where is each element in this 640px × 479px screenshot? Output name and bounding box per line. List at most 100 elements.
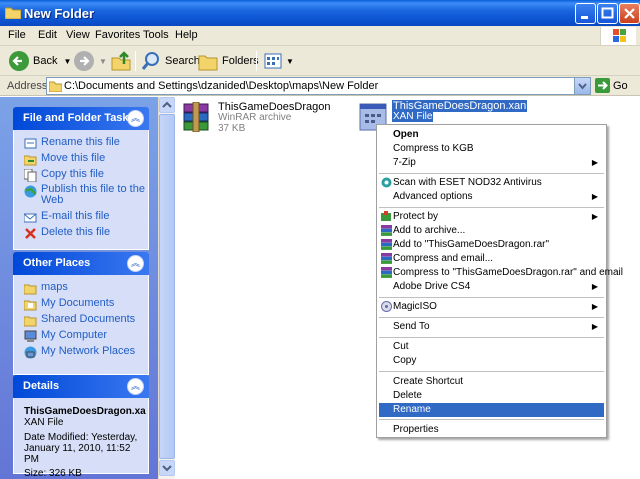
- scroll-up-button[interactable]: [159, 97, 175, 113]
- menu-item-eset-scan[interactable]: Scan with ESET NOD32 Antivirus: [379, 176, 604, 190]
- file-type: XAN File: [392, 111, 434, 122]
- up-folder-icon: [111, 51, 131, 71]
- menu-item-delete[interactable]: Delete: [379, 389, 604, 403]
- maximize-icon: [601, 7, 614, 19]
- menu-item-protect-by[interactable]: Protect by ▶: [379, 210, 604, 224]
- menu-item-compress-rar-email[interactable]: Compress to "ThisGameDoesDragon.rar" and…: [379, 266, 623, 280]
- menu-item-send-to[interactable]: Send To ▶: [379, 320, 604, 334]
- details-filename: ThisGameDoesDragon.xa: [24, 406, 146, 417]
- folders-button[interactable]: Folders: [197, 50, 259, 72]
- go-button[interactable]: Go: [595, 78, 628, 93]
- other-places-panel: Other Places ︽ maps My Documents Shared …: [13, 252, 149, 375]
- details-size: Size: 326 KB: [24, 468, 82, 479]
- menu-item-create-shortcut[interactable]: Create Shortcut: [379, 375, 604, 389]
- details-modified: Date Modified: Yesterday, January 11, 20…: [24, 432, 138, 465]
- menu-item-advanced-options[interactable]: Advanced options ▶: [379, 190, 604, 204]
- collapse-chevron-icon[interactable]: ︽: [127, 110, 144, 127]
- address-path: C:\Documents and Settings\dzanided\Deskt…: [64, 80, 379, 92]
- task-pane-scrollbar[interactable]: [158, 97, 175, 479]
- minimize-button[interactable]: [575, 3, 596, 24]
- task-pane: File and Folder Tasks ︽ Rename this file…: [0, 97, 158, 479]
- menu-file[interactable]: File: [8, 29, 26, 41]
- place-my-network[interactable]: My Network Places: [24, 345, 148, 361]
- menu-item-properties[interactable]: Properties: [379, 423, 604, 437]
- menu-item-compress-kgb[interactable]: Compress to KGB: [379, 142, 604, 156]
- menu-item-add-to-rar[interactable]: Add to "ThisGameDoesDragon.rar": [379, 238, 604, 252]
- panel-header[interactable]: Other Places ︽: [13, 252, 149, 275]
- maximize-button[interactable]: [597, 3, 618, 24]
- panel-header[interactable]: Details ︽: [13, 375, 149, 398]
- toolbar-separator: [256, 51, 257, 71]
- eset-icon: [381, 177, 392, 188]
- back-dropdown-icon[interactable]: ▼: [63, 57, 71, 66]
- scroll-down-button[interactable]: [159, 460, 175, 476]
- menu-bar: File Edit View Favorites Tools Help: [0, 26, 640, 46]
- copy-icon: [24, 169, 37, 182]
- up-folder-button[interactable]: [110, 50, 132, 72]
- scroll-thumb[interactable]: [159, 114, 175, 459]
- title-bar[interactable]: New Folder: [0, 0, 640, 26]
- place-my-documents[interactable]: My Documents: [24, 297, 148, 313]
- task-rename[interactable]: Rename this file: [24, 136, 148, 152]
- menu-separator: [379, 297, 604, 298]
- folders-icon: [198, 55, 218, 71]
- task-move[interactable]: Move this file: [24, 152, 148, 168]
- menu-favorites[interactable]: Favorites: [95, 29, 140, 41]
- search-label: Search: [165, 55, 200, 67]
- menu-item-7zip[interactable]: 7-Zip ▶: [379, 156, 604, 170]
- menu-separator: [379, 173, 604, 174]
- forward-button[interactable]: ▼: [73, 50, 107, 72]
- search-button[interactable]: Search: [140, 50, 200, 72]
- views-button[interactable]: ▼: [262, 50, 294, 72]
- submenu-arrow-icon: ▶: [591, 302, 598, 311]
- back-button[interactable]: Back ▼: [8, 50, 71, 72]
- move-icon: [24, 155, 37, 166]
- views-dropdown-icon[interactable]: ▼: [286, 57, 294, 66]
- collapse-chevron-icon[interactable]: ︽: [127, 255, 144, 272]
- file-item[interactable]: ThisGameDoesDragon WinRAR archive 37 KB: [176, 97, 346, 137]
- submenu-arrow-icon: ▶: [591, 282, 598, 291]
- menu-edit[interactable]: Edit: [38, 29, 57, 41]
- place-my-computer[interactable]: My Computer: [24, 329, 148, 345]
- collapse-chevron-icon[interactable]: ︽: [127, 378, 144, 395]
- search-icon: [141, 52, 159, 70]
- menu-separator: [379, 317, 604, 318]
- file-type: WinRAR archive: [218, 112, 292, 123]
- menu-tools[interactable]: Tools: [143, 29, 169, 41]
- address-dropdown-button[interactable]: [574, 78, 590, 94]
- context-menu: Open Compress to KGB 7-Zip ▶ Scan with ES…: [376, 124, 623, 438]
- menu-item-copy[interactable]: Copy: [379, 354, 604, 368]
- details-type: XAN File: [24, 417, 64, 428]
- address-field[interactable]: C:\Documents and Settings\dzanided\Deskt…: [46, 77, 591, 95]
- task-copy[interactable]: Copy this file: [24, 168, 148, 184]
- menu-help[interactable]: Help: [175, 29, 198, 41]
- menu-item-cut[interactable]: Cut: [379, 340, 604, 354]
- close-button[interactable]: [619, 3, 640, 24]
- submenu-arrow-icon: ▶: [591, 158, 598, 167]
- menu-item-compress-email[interactable]: Compress and email...: [379, 252, 604, 266]
- email-icon: [24, 213, 37, 223]
- menu-item-open[interactable]: Open: [379, 128, 604, 142]
- address-bar: Address C:\Documents and Settings\dzanid…: [0, 76, 640, 96]
- my-documents-icon: [24, 300, 37, 311]
- place-maps[interactable]: maps: [24, 281, 148, 297]
- chevron-up-icon: [162, 101, 172, 108]
- menu-separator: [379, 207, 604, 208]
- back-arrow-icon: [9, 51, 29, 71]
- menu-item-add-to-archive[interactable]: Add to archive...: [379, 224, 604, 238]
- forward-dropdown-icon[interactable]: ▼: [99, 57, 107, 66]
- task-publish[interactable]: Publish this file to the Web: [24, 184, 148, 210]
- panel-header[interactable]: File and Folder Tasks ︽: [13, 107, 149, 130]
- place-shared-documents[interactable]: Shared Documents: [24, 313, 148, 329]
- file-folder-tasks-panel: File and Folder Tasks ︽ Rename this file…: [13, 107, 149, 250]
- folder-icon: [24, 284, 37, 295]
- menu-item-rename[interactable]: Rename: [379, 403, 604, 417]
- menu-view[interactable]: View: [66, 29, 90, 41]
- winrar-archive-icon: [183, 102, 209, 132]
- menu-item-adobe-drive[interactable]: Adobe Drive CS4 ▶: [379, 280, 604, 294]
- task-email[interactable]: E-mail this file: [24, 210, 148, 226]
- submenu-arrow-icon: ▶: [591, 192, 598, 201]
- go-label: Go: [613, 79, 628, 92]
- task-delete[interactable]: Delete this file: [24, 226, 148, 242]
- menu-item-magiciso[interactable]: MagicISO ▶: [379, 300, 604, 314]
